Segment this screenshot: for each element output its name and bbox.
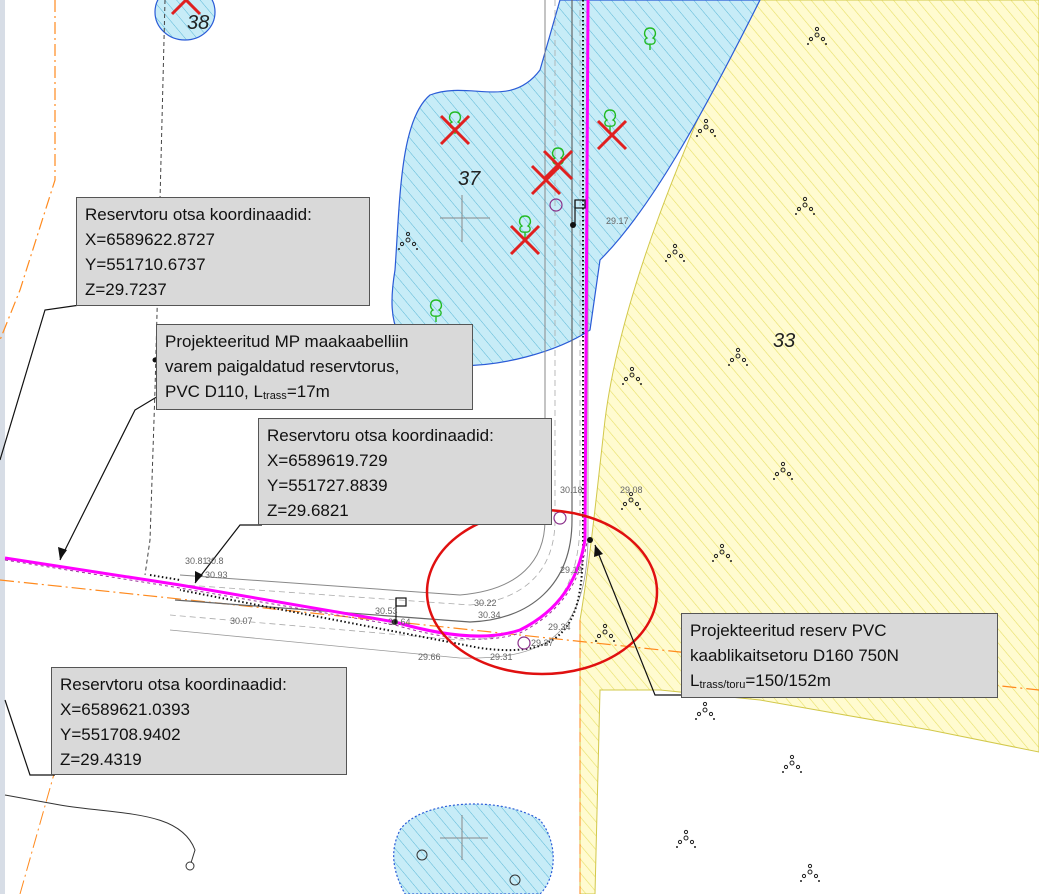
coordinate-z: Z=29.6821 — [267, 501, 349, 520]
cable-description-line: Projekteeritud MP maakaabelliin — [165, 332, 409, 351]
property-boundary — [0, 0, 56, 341]
elevation-label: 29.17 — [606, 216, 629, 226]
manhole-icon — [553, 511, 567, 525]
cable-length: PVC D110, Ltrass=17m — [165, 382, 330, 402]
coordinate-x: X=6589619.729 — [267, 451, 388, 470]
pipe-description-line: kaablikaitsetoru D160 750N — [690, 646, 899, 665]
elevation-label: 30.81 — [185, 556, 208, 566]
elevation-label: 29.37 — [531, 638, 554, 648]
pipe-length: Ltrass/toru=150/152m — [690, 671, 831, 691]
elevation-label: 30.53 — [375, 606, 398, 616]
pipe-description-line: Projekteeritud reserv PVC — [690, 621, 887, 640]
coordinate-x: X=6589621.0393 — [60, 700, 190, 719]
callout-title: Reservtoru otsa koordinaadid: — [85, 205, 312, 224]
elevation-label: 30.07 — [230, 616, 253, 626]
elevation-label: 29.34 — [548, 622, 571, 632]
callout-reserve-pipe-end-coordinates-top: Reservtoru otsa koordinaadid: X=6589622.… — [76, 197, 370, 306]
shrub-dot-cluster-icon — [694, 701, 716, 721]
parcel-label-37: 37 — [458, 168, 481, 190]
elevation-label: 30.8 — [206, 556, 224, 566]
cable-description-line: varem paigaldatud reservtorus, — [165, 357, 400, 376]
shrub-dot-cluster-icon — [799, 863, 821, 883]
callout-designed-cable: Projekteeritud MP maakaabelliin varem pa… — [156, 324, 473, 410]
shrub-dot-cluster-icon — [675, 829, 697, 849]
parcel-label-38: 38 — [187, 12, 210, 34]
coordinate-y: Y=551710.6737 — [85, 255, 206, 274]
coordinate-x: X=6589622.8727 — [85, 230, 215, 249]
elevation-label: 30.22 — [474, 598, 497, 608]
callout-reserve-pipe-end-coordinates-middle: Reservtoru otsa koordinaadid: X=6589619.… — [258, 418, 552, 525]
elevation-label: 30.64 — [388, 617, 411, 627]
designed-reserve-pipe-line — [4, 541, 588, 640]
callout-title: Reservtoru otsa koordinaadid: — [60, 675, 287, 694]
manhole-icon — [517, 636, 531, 650]
callout-reserve-pipe-end-coordinates-bottom: Reservtoru otsa koordinaadid: X=6589621.… — [51, 667, 347, 775]
elevation-label: 29.66 — [418, 652, 441, 662]
road-dotted-edge — [149, 574, 181, 581]
elevation-label: 30.93 — [205, 570, 228, 580]
existing-cable-line — [4, 794, 196, 867]
callout-title: Reservtoru otsa koordinaadid: — [267, 426, 494, 445]
forest-area-bottom — [393, 803, 554, 894]
shrub-dot-cluster-icon — [781, 754, 803, 774]
cable-end-marker — [185, 861, 195, 871]
coordinate-y: Y=551708.9402 — [60, 725, 181, 744]
elevation-label: 30.18 — [560, 485, 583, 495]
elevation-label: 29.19 — [560, 565, 583, 575]
elevation-label: 29.08 — [620, 485, 643, 495]
pipe-end-point — [587, 537, 593, 543]
elevation-label: 30.34 — [478, 610, 501, 620]
callout-designed-reserve-pipe: Projekteeritud reserv PVC kaablikaitseto… — [681, 613, 998, 698]
coordinate-y: Y=551727.8839 — [267, 476, 388, 495]
coordinate-z: Z=29.4319 — [60, 750, 142, 769]
elevation-label: 29.31 — [490, 652, 513, 662]
coordinate-z: Z=29.7237 — [85, 280, 167, 299]
parcel-label-33: 33 — [773, 330, 796, 352]
